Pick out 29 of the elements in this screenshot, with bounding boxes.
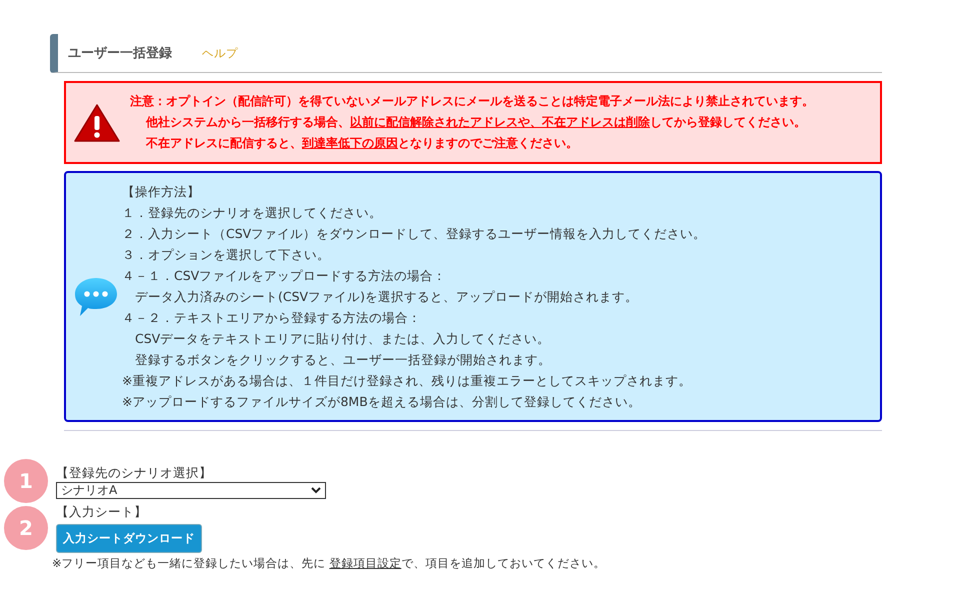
instruction-text: ※アップロードするファイルサイズが8MBを超える場合は、分割して登録してください。 bbox=[122, 393, 642, 411]
settings-link[interactable]: 登録項目設定 bbox=[329, 556, 402, 570]
instruction-text: CSVデータをテキストエリアに貼り付け、または、入力してください。 bbox=[134, 330, 552, 348]
note-text: ※フリー項目なども一緒に登録したい場合は、先に 登録項目設定で、項目を追加しておいてください。 bbox=[52, 556, 606, 571]
warning-text: 注意：オプトイン（配信許可）を得ていないメールアドレスにメールを送ることは特定電子メール法により禁止されています。 bbox=[130, 93, 814, 110]
warning-text: 不在アドレスに配信すると、到達率低下の原因 となりますのでご注意ください。 bbox=[144, 135, 579, 152]
chevron-down-icon bbox=[311, 486, 321, 494]
warning-text: 他社システムから一括移行する場合、以前に配信解除されたアドレスや、不在アドレスは削除してから登録してください。 bbox=[144, 114, 807, 131]
instruction-text: ４－１．CSVファイルをアップロードする方法の場合： bbox=[122, 267, 448, 285]
warning-link[interactable]: 到達率低下の原因 bbox=[302, 136, 398, 150]
instruction-text: 【操作方法】 bbox=[122, 183, 201, 201]
step-number-badge: 2 bbox=[4, 506, 48, 550]
download-button[interactable]: 入力シートダウンロード bbox=[56, 524, 202, 553]
warning-icon bbox=[74, 102, 120, 142]
step-label: 【登録先のシナリオ選択】 bbox=[56, 464, 213, 482]
help-link[interactable]: ヘルプ bbox=[202, 46, 238, 60]
scenario-select[interactable]: シナリオA bbox=[56, 482, 326, 498]
step-label: 【入力シート】 bbox=[56, 503, 148, 521]
instruction-text: ２．入力シート（CSVファイル）をダウンロードして、登録するユーザー情報を入力してください。 bbox=[122, 225, 706, 243]
warning-link[interactable]: 以前に配信解除されたアドレスや、不在アドレスは削除 bbox=[350, 115, 650, 129]
instruction-text: １．登録先のシナリオを選択してください。 bbox=[122, 204, 383, 222]
instruction-text: ※重複アドレスがある場合は、１件目だけ登録され、残りは重複エラーとしてスキップされます。 bbox=[122, 372, 692, 390]
page-title: ユーザー一括登録 bbox=[68, 45, 172, 62]
speech-bubble-icon bbox=[74, 276, 118, 318]
step-number-badge: 1 bbox=[4, 459, 48, 503]
instruction-text: データ入力済みのシート(CSVファイル)を選択すると、アップロードが開始されます。 bbox=[134, 288, 639, 306]
instruction-text: ３．オプションを選択して下さい。 bbox=[122, 246, 331, 264]
instruction-text: 登録するボタンをクリックすると、ユーザー一括登録が開始されます。 bbox=[134, 351, 552, 369]
instruction-text: ４－２．テキストエリアから登録する方法の場合： bbox=[122, 309, 422, 327]
